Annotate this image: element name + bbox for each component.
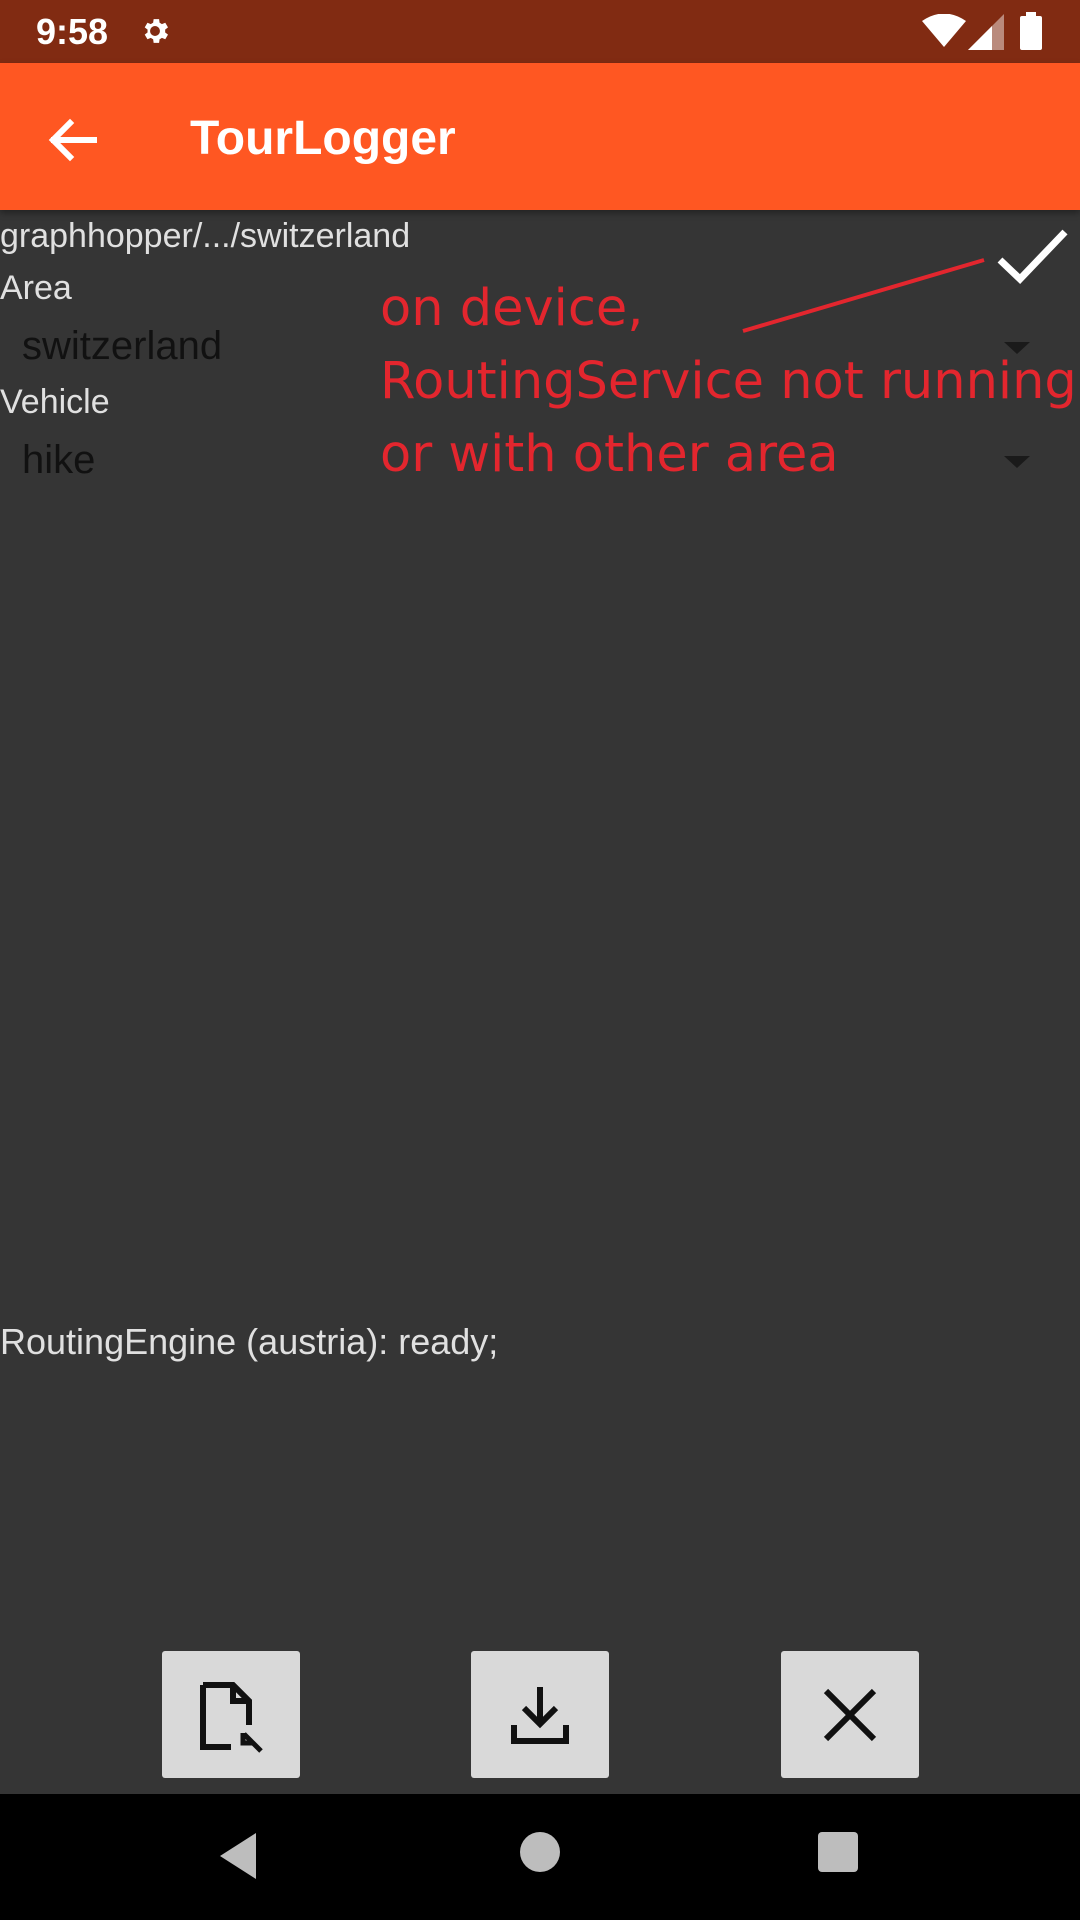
download-icon bbox=[511, 1686, 569, 1744]
vehicle-label: Vehicle bbox=[0, 383, 110, 421]
area-spinner-value: switzerland bbox=[22, 324, 223, 368]
app-bar: TourLogger bbox=[0, 63, 1080, 210]
arrow-left-icon[interactable] bbox=[38, 105, 108, 175]
close-icon bbox=[823, 1688, 877, 1741]
file-select-icon bbox=[200, 1681, 263, 1753]
app-title: TourLogger bbox=[190, 112, 456, 165]
area-label: Area bbox=[0, 269, 72, 307]
routing-engine-status: RoutingEngine (austria): ready; bbox=[0, 1321, 499, 1362]
wifi-icon bbox=[922, 14, 966, 47]
download-button[interactable] bbox=[471, 1651, 609, 1778]
battery-icon bbox=[1020, 12, 1042, 50]
status-time: 9:58 bbox=[36, 11, 109, 52]
vehicle-spinner-value: hike bbox=[22, 438, 96, 482]
map-path-text: graphhopper/.../switzerland bbox=[0, 217, 411, 255]
status-bar: 9:58 bbox=[0, 0, 1080, 63]
annotation-line-1: on device, bbox=[380, 279, 644, 338]
settings-gear-icon bbox=[144, 19, 168, 43]
cell-signal-icon bbox=[968, 14, 1004, 50]
annotation-line-3: or with other area bbox=[380, 425, 839, 484]
select-file-button[interactable] bbox=[162, 1651, 300, 1778]
annotation-line-2: RoutingService not running bbox=[380, 352, 1077, 411]
navigation-bar bbox=[0, 1794, 1080, 1920]
annotation-text: on device, RoutingService not running or… bbox=[380, 272, 1080, 491]
nav-recents-icon[interactable] bbox=[818, 1832, 858, 1872]
nav-home-icon[interactable] bbox=[520, 1832, 560, 1872]
nav-back-icon[interactable] bbox=[218, 1831, 258, 1881]
cancel-button[interactable] bbox=[781, 1651, 919, 1778]
